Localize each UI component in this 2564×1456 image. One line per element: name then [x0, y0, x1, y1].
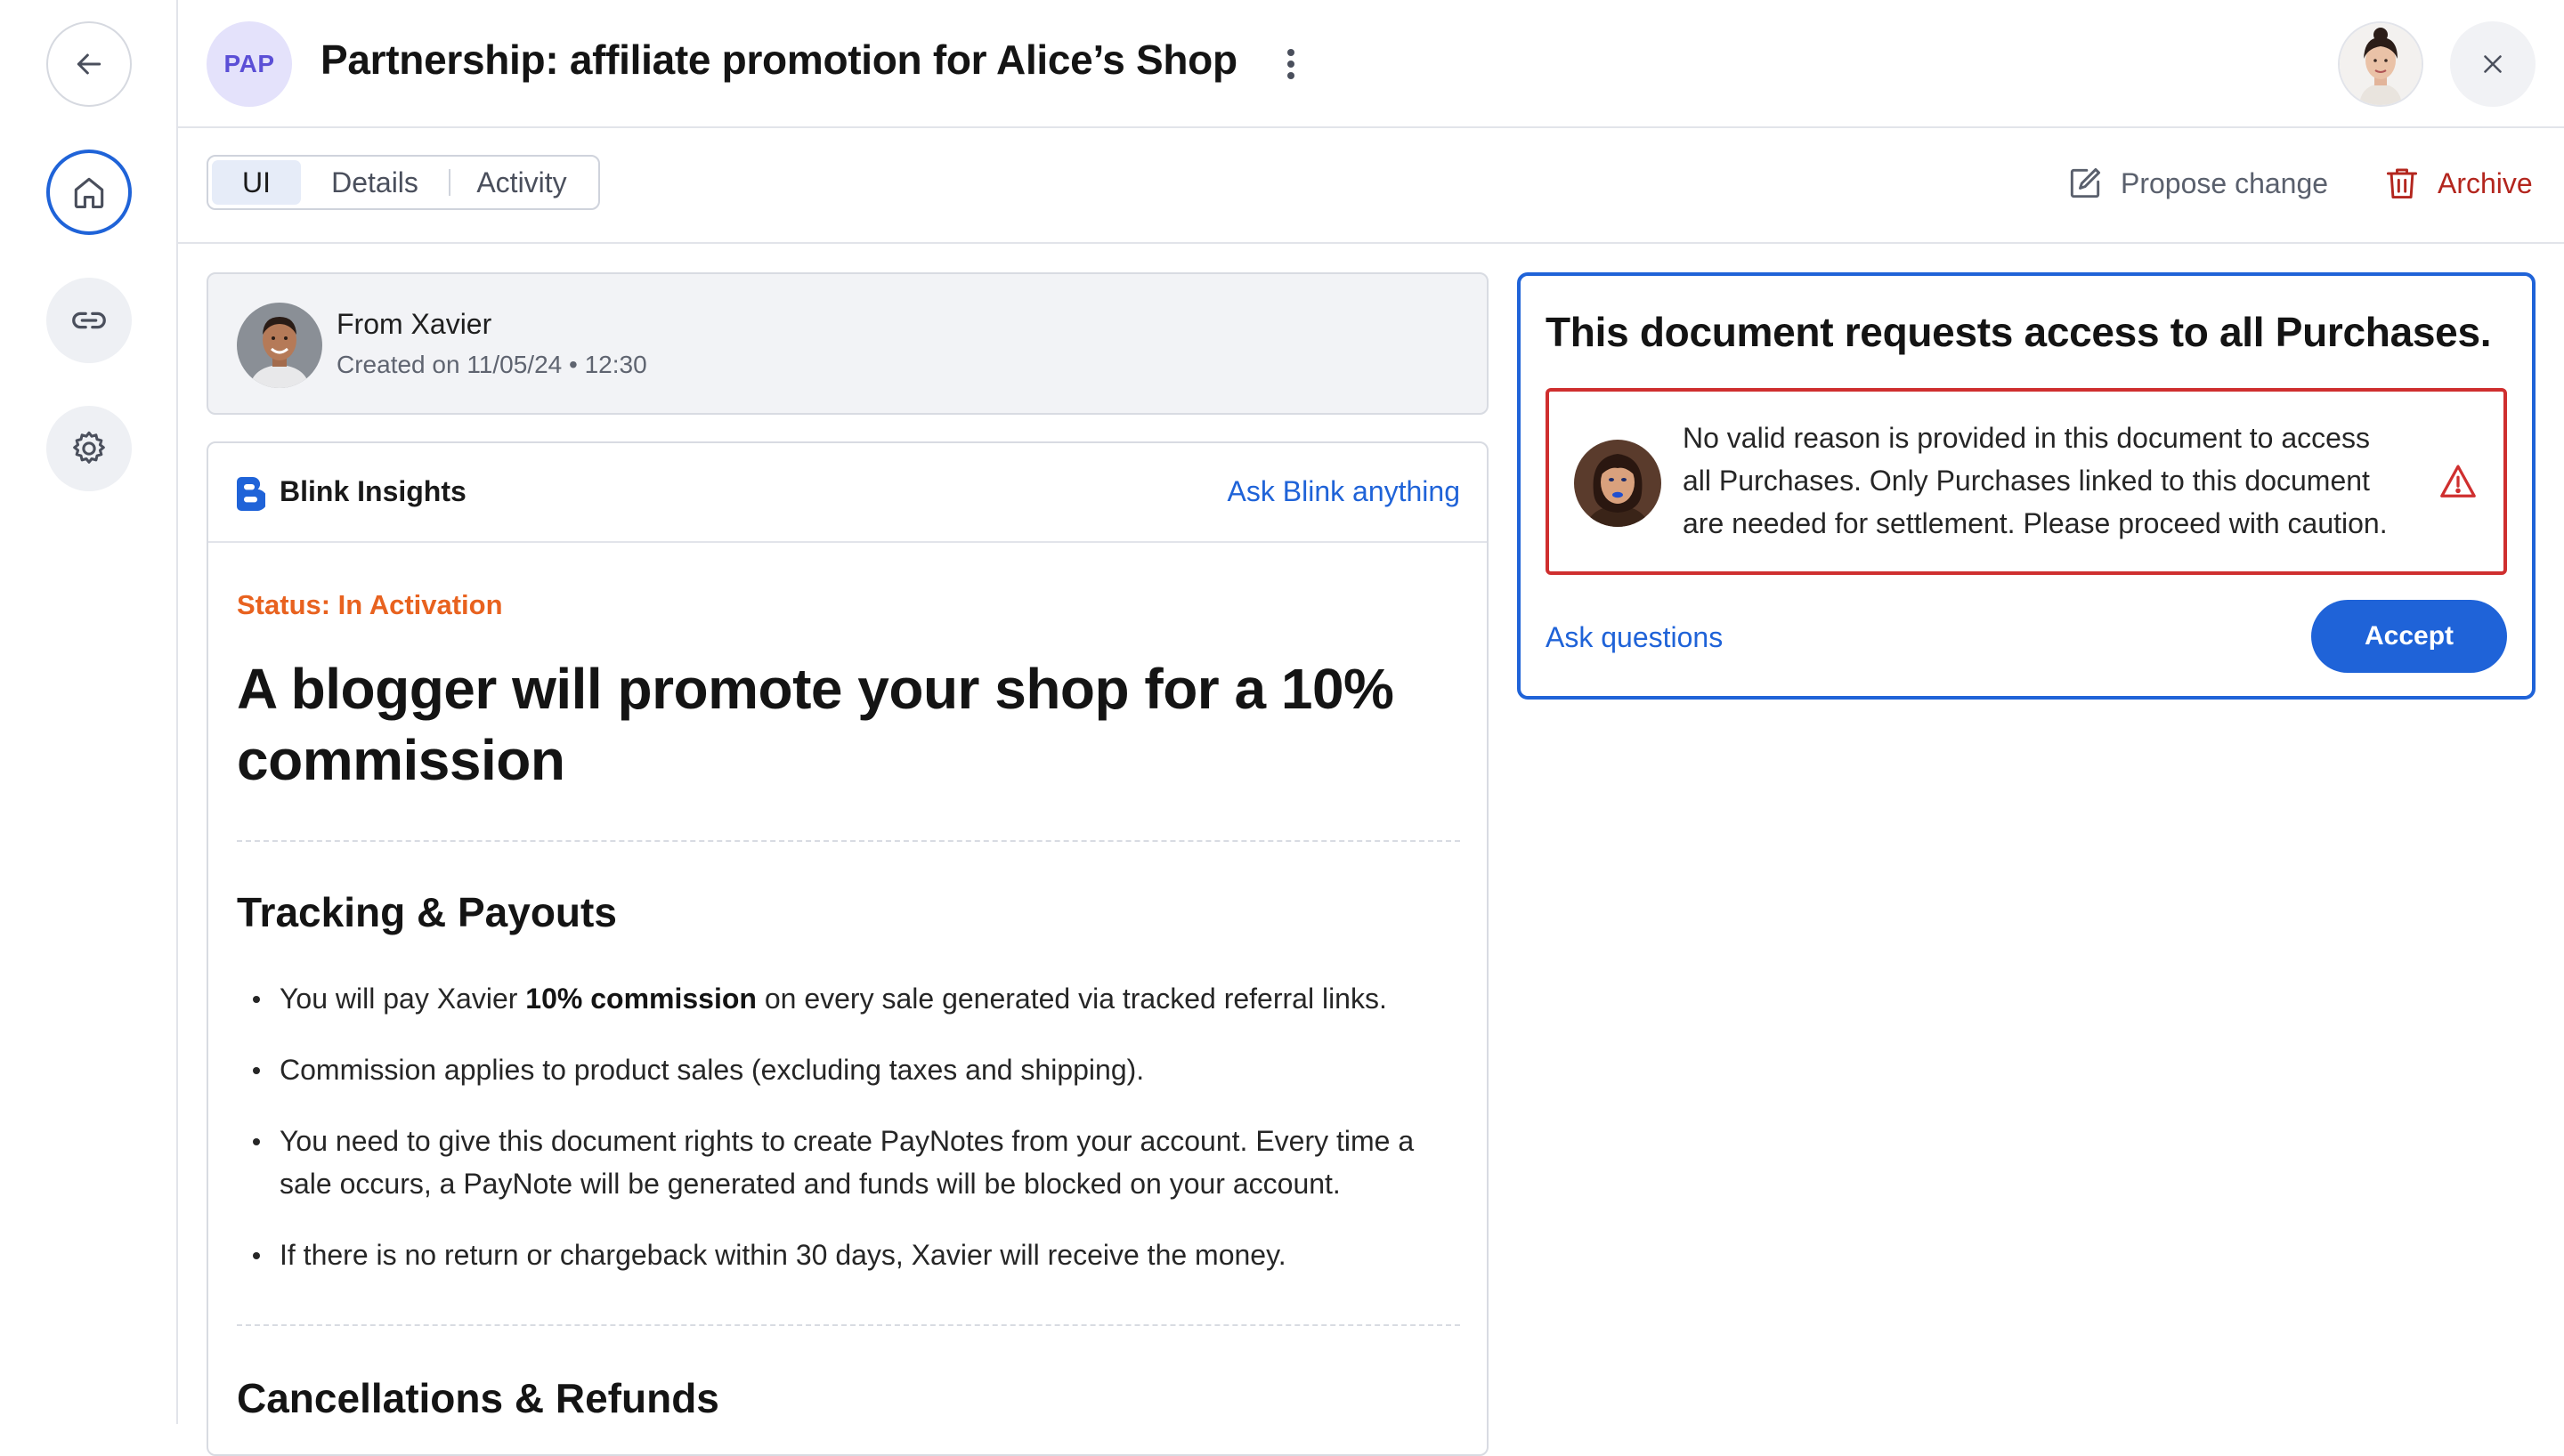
more-options-button[interactable]	[1282, 46, 1300, 82]
view-tabs: UI Details Activity	[207, 155, 600, 210]
sender-name: From Xavier	[337, 308, 492, 340]
sender-avatar	[237, 303, 322, 388]
nav-rail	[0, 0, 178, 1424]
insights-card: Blink Insights Ask Blink anything Status…	[207, 441, 1489, 1456]
settings-button[interactable]	[46, 406, 132, 491]
created-timestamp: Created on 11/05/24 • 12:30	[337, 351, 647, 378]
advisor-avatar	[1574, 440, 1661, 527]
section-divider	[237, 1324, 1460, 1326]
kebab-icon	[1287, 49, 1294, 79]
terms-list: You will pay Xavier 10% commission on ev…	[237, 977, 1448, 1305]
list-item: You need to give this document rights to…	[237, 1120, 1448, 1205]
access-request-card: This document requests access to all Pur…	[1517, 272, 2536, 700]
access-request-title: This document requests access to all Pur…	[1546, 309, 2492, 355]
section-title-cancellations: Cancellations & Refunds	[237, 1375, 719, 1421]
gear-icon	[73, 431, 105, 464]
tab-ui[interactable]: UI	[212, 160, 301, 205]
insights-title: Blink Insights	[280, 475, 467, 507]
summary-headline: A blogger will promote your shop for a 1…	[237, 657, 1394, 792]
blink-logo-icon	[237, 477, 265, 511]
propose-change-button[interactable]: Propose change	[2065, 158, 2328, 208]
insights-header: Blink Insights Ask Blink anything	[208, 443, 1487, 543]
list-item: If there is no return or chargeback with…	[237, 1234, 1448, 1276]
document-type-badge: PAP	[207, 21, 292, 107]
archive-button[interactable]: Archive	[2382, 158, 2533, 208]
edit-icon	[2070, 167, 2101, 198]
ask-blink-link[interactable]: Ask Blink anything	[1228, 475, 1460, 508]
tab-details[interactable]: Details	[301, 160, 449, 205]
home-button[interactable]	[46, 150, 132, 235]
status-label: Status: In Activation	[237, 589, 503, 620]
list-item: You will pay Xavier 10% commission on ev…	[237, 977, 1448, 1020]
links-button[interactable]	[46, 278, 132, 363]
ask-questions-link[interactable]: Ask questions	[1546, 621, 1723, 654]
section-title-tracking: Tracking & Payouts	[237, 889, 617, 935]
document-toolbar: UI Details Activity Propose change Archi…	[178, 128, 2564, 244]
warning-icon	[2440, 465, 2476, 497]
trash-icon	[2386, 168, 2418, 199]
close-button[interactable]	[2450, 21, 2536, 107]
arrow-left-icon	[77, 53, 101, 75]
link-icon	[72, 311, 106, 329]
tab-activity[interactable]: Activity	[450, 160, 593, 205]
warning-box: No valid reason is provided in this docu…	[1546, 388, 2507, 575]
accept-button[interactable]: Accept	[2311, 600, 2507, 673]
user-avatar[interactable]	[2338, 21, 2423, 107]
document-header: PAP Partnership: affiliate promotion for…	[178, 0, 2564, 128]
warning-message: No valid reason is provided in this docu…	[1683, 422, 2388, 539]
close-icon	[2484, 55, 2502, 73]
section-divider	[237, 840, 1460, 842]
home-icon	[74, 177, 104, 209]
archive-label: Archive	[2438, 166, 2533, 199]
back-button[interactable]	[46, 21, 132, 107]
list-item: Commission applies to product sales (exc…	[237, 1048, 1448, 1091]
propose-change-label: Propose change	[2121, 166, 2329, 199]
sender-card: From Xavier Created on 11/05/24 • 12:30	[207, 272, 1489, 415]
page-title: Partnership: affiliate promotion for Ali…	[320, 36, 1237, 83]
